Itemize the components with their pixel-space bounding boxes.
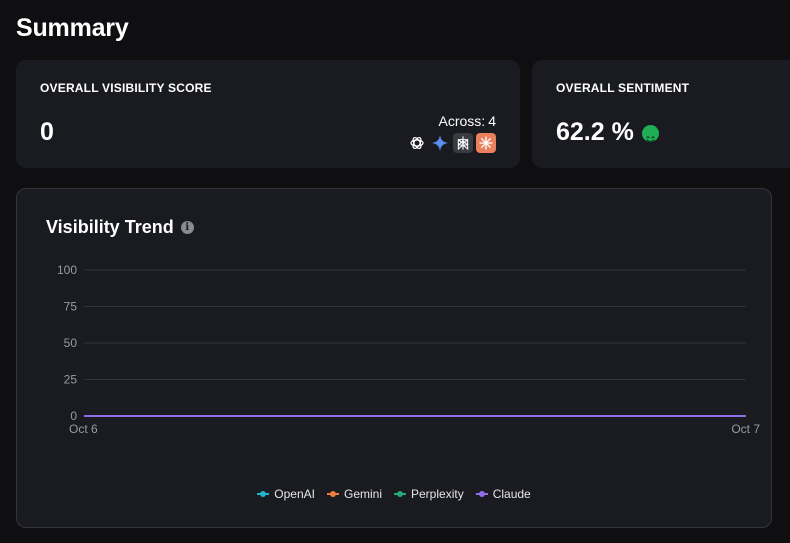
smiley-icon bbox=[641, 125, 659, 143]
claude-icon bbox=[476, 133, 496, 153]
legend-label: Claude bbox=[492, 487, 531, 501]
x-tick-label: Oct 6 bbox=[69, 422, 98, 436]
x-tick-label: Oct 7 bbox=[731, 422, 760, 436]
legend-swatch bbox=[394, 490, 406, 498]
legend-item-gemini[interactable]: Gemini bbox=[326, 487, 382, 501]
visibility-trend-card: Visibility Trend i 100 75 50 25 0 Oct 6 Oct 7 … bbox=[16, 188, 772, 528]
legend-item-perplexity[interactable]: Perplexity bbox=[394, 487, 464, 501]
legend-item-claude[interactable]: Claude bbox=[475, 487, 531, 501]
legend-label: Perplexity bbox=[411, 487, 464, 501]
openai-icon bbox=[407, 133, 427, 153]
model-icons bbox=[407, 133, 496, 153]
gemini-icon bbox=[430, 133, 450, 153]
sentiment-card: OVERALL SENTIMENT 62.2 % bbox=[532, 60, 790, 168]
across-label: Across: bbox=[438, 113, 486, 129]
page-title: Summary bbox=[16, 14, 129, 42]
visibility-score-value: 0 bbox=[40, 118, 54, 146]
sentiment-value: 62.2 % bbox=[556, 118, 634, 146]
y-tick-label: 50 bbox=[64, 336, 78, 350]
legend-swatch bbox=[475, 490, 488, 498]
legend-item-openai[interactable]: OpenAI bbox=[257, 487, 315, 501]
sentiment-value-row: 62.2 % bbox=[556, 118, 659, 147]
sentiment-label: OVERALL SENTIMENT bbox=[556, 81, 690, 95]
across-count: 4 bbox=[488, 113, 496, 129]
legend-swatch bbox=[326, 490, 339, 498]
y-tick-label: 0 bbox=[70, 409, 77, 423]
legend-swatch bbox=[257, 490, 270, 498]
visibility-score-card: OVERALL VISIBILITY SCORE 0 Across: 4 bbox=[16, 60, 520, 168]
y-tick-label: 100 bbox=[57, 263, 77, 277]
y-tick-label: 25 bbox=[64, 373, 78, 387]
visibility-score-label: OVERALL VISIBILITY SCORE bbox=[40, 81, 212, 95]
across-models: Across: 4 bbox=[439, 113, 496, 129]
legend-label: OpenAI bbox=[274, 487, 315, 501]
y-tick-label: 75 bbox=[64, 300, 78, 314]
chart-legend: OpenAI Gemini Perplexity Claude bbox=[17, 487, 771, 501]
perplexity-icon bbox=[453, 133, 473, 153]
legend-label: Gemini bbox=[343, 487, 382, 501]
visibility-trend-chart: 100 75 50 25 0Oct 6 Oct 7 bbox=[57, 263, 760, 436]
